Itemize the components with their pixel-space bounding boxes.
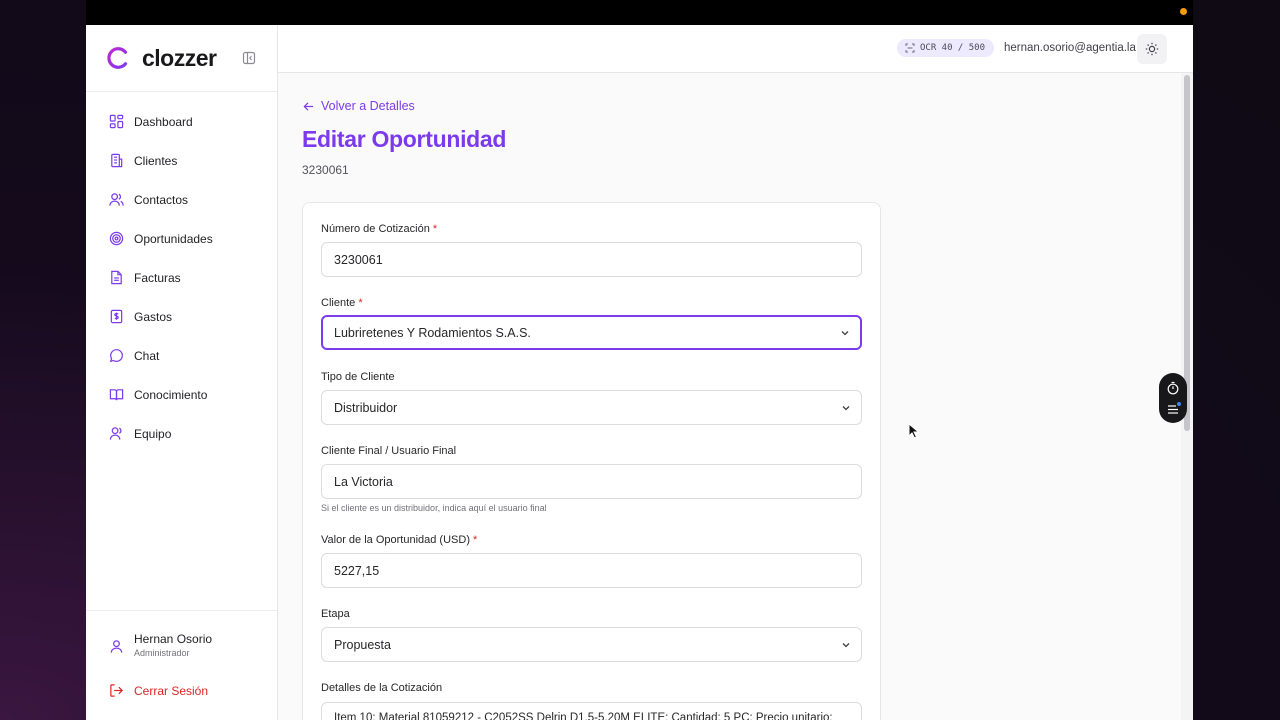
- page-subtitle: 3230061: [302, 163, 349, 177]
- end-client-label: Cliente Final / Usuario Final: [321, 445, 456, 457]
- sidebar-item-label: Contactos: [134, 192, 189, 207]
- required-marker: *: [473, 534, 478, 546]
- logout-icon: [110, 684, 123, 697]
- clozzer-logo-icon: [107, 47, 128, 69]
- opportunity-value-input[interactable]: 5227,15: [321, 553, 862, 588]
- sidebar-item-label: Equipo: [134, 426, 172, 441]
- logout-label: Cerrar Sesión: [134, 683, 209, 698]
- users-icon: [109, 193, 124, 206]
- stage-label-text: Etapa: [321, 608, 350, 620]
- mouse-cursor-icon: [908, 423, 920, 439]
- chevron-down-icon: [842, 405, 850, 410]
- sidebar-item-label: Clientes: [134, 153, 178, 168]
- document-icon: [111, 270, 122, 285]
- client-type-label-text: Tipo de Cliente: [321, 371, 395, 383]
- quote-details-label-text: Detalles de la Cotización: [321, 682, 443, 694]
- client-select[interactable]: Lubriretenes Y Rodamientos S.A.S.: [321, 315, 862, 350]
- user-icon: [110, 640, 123, 653]
- chevron-down-icon: [842, 642, 850, 647]
- sidebar-item-label: Conocimiento: [134, 387, 208, 402]
- collapse-sidebar-icon[interactable]: [242, 51, 256, 65]
- client-select-value: Lubriretenes Y Rodamientos S.A.S.: [334, 325, 531, 340]
- sidebar-item-gastos[interactable]: Gastos: [86, 297, 277, 336]
- target-icon: [109, 231, 124, 246]
- sidebar-divider: [86, 610, 277, 611]
- opportunity-value-label: Valor de la Oportunidad (USD) *: [321, 534, 477, 546]
- sidebar-item-chat[interactable]: Chat: [86, 336, 277, 375]
- quote-number-label: Número de Cotización *: [321, 223, 437, 235]
- end-client-hint: Si el cliente es un distribuidor, indica…: [321, 503, 547, 513]
- sidebar: clozzer Dashboard Clientes Contactos Opo…: [86, 25, 278, 720]
- sidebar-divider: [86, 91, 277, 92]
- brand-name: clozzer: [142, 44, 217, 71]
- user-role: Administrador: [134, 648, 190, 658]
- scan-icon: [905, 43, 915, 53]
- opportunity-value-label-text: Valor de la Oportunidad (USD): [321, 534, 470, 546]
- sidebar-item-dashboard[interactable]: Dashboard: [86, 102, 277, 141]
- sidebar-item-equipo[interactable]: Equipo: [86, 414, 277, 453]
- quote-number-label-text: Número de Cotización: [321, 223, 430, 235]
- team-icon: [109, 427, 122, 440]
- sidebar-item-label: Oportunidades: [134, 231, 213, 246]
- sidebar-nav: Dashboard Clientes Contactos Oportunidad…: [86, 102, 277, 453]
- required-marker: *: [358, 297, 363, 309]
- arrow-left-icon: [303, 101, 314, 111]
- user-email: hernan.osorio@agentia.la: [1004, 42, 1136, 54]
- stopwatch-icon: [1167, 381, 1179, 394]
- back-link-label: Volver a Detalles: [321, 99, 415, 113]
- sidebar-item-conocimiento[interactable]: Conocimiento: [86, 375, 277, 414]
- page-title: Editar Oportunidad: [302, 126, 507, 152]
- client-label-text: Cliente: [321, 297, 356, 309]
- timer-button[interactable]: [1166, 381, 1180, 395]
- sidebar-item-label: Chat: [134, 348, 160, 363]
- logout-button[interactable]: Cerrar Sesión: [109, 683, 208, 698]
- dashboard-icon: [109, 114, 124, 129]
- chevron-down-icon: [841, 330, 849, 335]
- quote-details-textarea[interactable]: Item 10: Material 81059212 - C2052SS Del…: [321, 702, 862, 720]
- required-marker: *: [432, 223, 438, 235]
- theme-toggle-button[interactable]: [1137, 34, 1167, 64]
- end-client-value: La Victoria: [334, 474, 393, 489]
- sidebar-item-clientes[interactable]: Clientes: [86, 141, 277, 180]
- chat-bubble-icon: [109, 349, 123, 363]
- sidebar-item-contactos[interactable]: Contactos: [86, 180, 277, 219]
- client-type-label: Tipo de Cliente: [321, 371, 395, 383]
- sidebar-item-label: Gastos: [134, 309, 173, 324]
- end-client-label-text: Cliente Final / Usuario Final: [321, 445, 457, 457]
- task-list-button[interactable]: [1166, 401, 1181, 416]
- opportunity-value-value: 5227,15: [334, 563, 380, 578]
- sidebar-user: Hernan Osorio Administrador: [109, 632, 212, 658]
- app-window: clozzer Dashboard Clientes Contactos Opo…: [86, 25, 1193, 720]
- sun-icon: [1145, 42, 1159, 56]
- sidebar-item-facturas[interactable]: Facturas: [86, 258, 277, 297]
- client-label: Cliente *: [321, 297, 363, 309]
- book-icon: [109, 389, 124, 401]
- sidebar-item-label: Facturas: [134, 270, 181, 285]
- user-name: Hernan Osorio: [134, 632, 213, 646]
- dollar-receipt-icon: [110, 309, 123, 324]
- scrollbar-thumb[interactable]: [1184, 75, 1190, 431]
- quote-details-label: Detalles de la Cotización: [321, 682, 442, 694]
- quote-number-input[interactable]: 3230061: [321, 242, 862, 277]
- sidebar-item-oportunidades[interactable]: Oportunidades: [86, 219, 277, 258]
- top-header: OCR 40 / 500 hernan.osorio@agentia.la: [278, 25, 1193, 73]
- back-to-details-link[interactable]: Volver a Detalles: [303, 99, 415, 113]
- stage-select[interactable]: Propuesta: [321, 627, 862, 662]
- recording-indicator: [1180, 8, 1187, 15]
- ocr-usage-text: OCR 40 / 500: [920, 43, 986, 53]
- client-type-select[interactable]: Distribuidor: [321, 390, 862, 425]
- ocr-usage-badge: OCR 40 / 500: [897, 39, 995, 57]
- building-icon: [111, 153, 123, 168]
- window-top-bar: [86, 0, 1193, 25]
- stage-label: Etapa: [321, 608, 350, 620]
- brand[interactable]: clozzer: [106, 44, 217, 71]
- quote-number-value: 3230061: [334, 252, 383, 267]
- sidebar-item-label: Dashboard: [134, 114, 193, 129]
- stage-value: Propuesta: [334, 637, 391, 652]
- notification-dot: [1177, 401, 1181, 406]
- floating-tools-widget: [1159, 373, 1187, 423]
- end-client-input[interactable]: La Victoria: [321, 464, 862, 499]
- client-type-value: Distribuidor: [334, 400, 398, 415]
